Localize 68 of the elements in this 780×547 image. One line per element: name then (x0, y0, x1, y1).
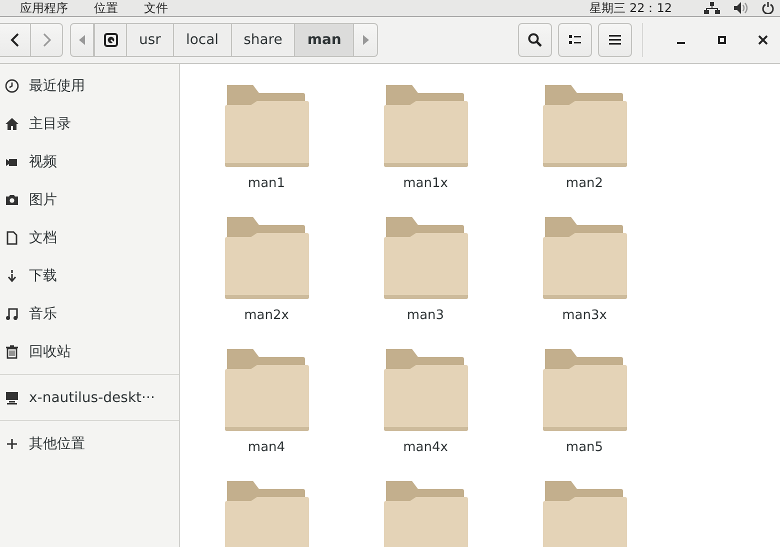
folder-name[interactable]: man5 (566, 440, 604, 455)
folder-icon[interactable] (542, 349, 626, 431)
path-scroll-right-button[interactable] (354, 23, 378, 57)
folder-name[interactable]: man3 (406, 308, 444, 323)
folder-icon[interactable] (224, 85, 308, 167)
sidebar-item[interactable]: 主目录 (0, 105, 179, 143)
top-menu[interactable]: 位置 (94, 0, 118, 16)
sidebar-item[interactable]: 音乐 (0, 295, 179, 333)
folder-icon[interactable] (224, 349, 308, 431)
download-icon (5, 269, 19, 283)
music-icon (5, 307, 19, 321)
folder-icon[interactable] (384, 349, 468, 431)
document-icon (5, 231, 19, 245)
folder-icon[interactable] (542, 481, 626, 547)
folder-icon[interactable] (542, 217, 626, 299)
sidebar-item[interactable]: 视频 (0, 143, 179, 181)
folder-icon[interactable] (384, 481, 468, 547)
folder-name[interactable]: man2x (244, 308, 289, 323)
maximize-icon (718, 36, 726, 44)
folder-name[interactable]: man1 (248, 176, 286, 191)
triangle-left-icon (79, 35, 85, 45)
drive-path-button[interactable] (94, 23, 127, 57)
path-button[interactable]: share (232, 23, 296, 57)
chevron-left-icon (9, 33, 21, 47)
menu-button[interactable] (598, 23, 632, 57)
folder-name[interactable]: man3x (562, 308, 607, 323)
folder-icon[interactable] (542, 85, 626, 167)
list-icon (569, 35, 581, 45)
folder-icon[interactable] (384, 217, 468, 299)
folder-name[interactable]: man2 (566, 176, 604, 191)
search-icon (528, 33, 542, 47)
sidebar-item[interactable]: 文档 (0, 219, 179, 257)
clock-icon (5, 79, 19, 93)
camera-icon (5, 193, 19, 207)
search-button[interactable] (518, 23, 552, 57)
sidebar-item[interactable]: 最近使用 (0, 67, 179, 105)
top-menu[interactable]: 应用程序 (20, 0, 68, 16)
triangle-right-icon (362, 35, 369, 45)
top-menu[interactable]: 文件 (144, 0, 168, 16)
back-button[interactable] (0, 23, 31, 57)
trash-icon (5, 345, 19, 359)
folder-icon[interactable] (384, 85, 468, 167)
path-button[interactable]: usr (127, 23, 174, 57)
sidebar-item[interactable]: 其他位置 (0, 425, 179, 463)
folder-name[interactable]: man4 (248, 440, 286, 455)
view-toggle-button[interactable] (558, 23, 592, 57)
sidebar-item[interactable]: 图片 (0, 181, 179, 219)
sidebar-item[interactable]: 下载 (0, 257, 179, 295)
network-icon[interactable] (704, 2, 720, 14)
power-icon[interactable] (762, 2, 774, 14)
home-icon (5, 117, 19, 131)
minimize-icon (677, 42, 685, 44)
speaker-icon[interactable] (734, 2, 748, 14)
sidebar-item[interactable]: x-nautilus-deskt··· (0, 379, 179, 417)
plus-icon (5, 437, 19, 451)
computer-icon (5, 391, 19, 405)
folder-name[interactable]: man1x (403, 176, 448, 191)
path-button[interactable]: man (295, 23, 354, 57)
path-button[interactable]: local (174, 23, 232, 57)
close-icon (758, 35, 768, 45)
drive-icon (104, 33, 118, 47)
folder-name[interactable]: man4x (403, 440, 448, 455)
folder-icon[interactable] (224, 481, 308, 547)
menu-icon (609, 35, 621, 45)
chevron-right-icon (40, 33, 52, 47)
clock[interactable]: 星期三 22：12 (590, 0, 672, 16)
sidebar-item[interactable]: 回收站 (0, 333, 179, 371)
folder-icon[interactable] (224, 217, 308, 299)
